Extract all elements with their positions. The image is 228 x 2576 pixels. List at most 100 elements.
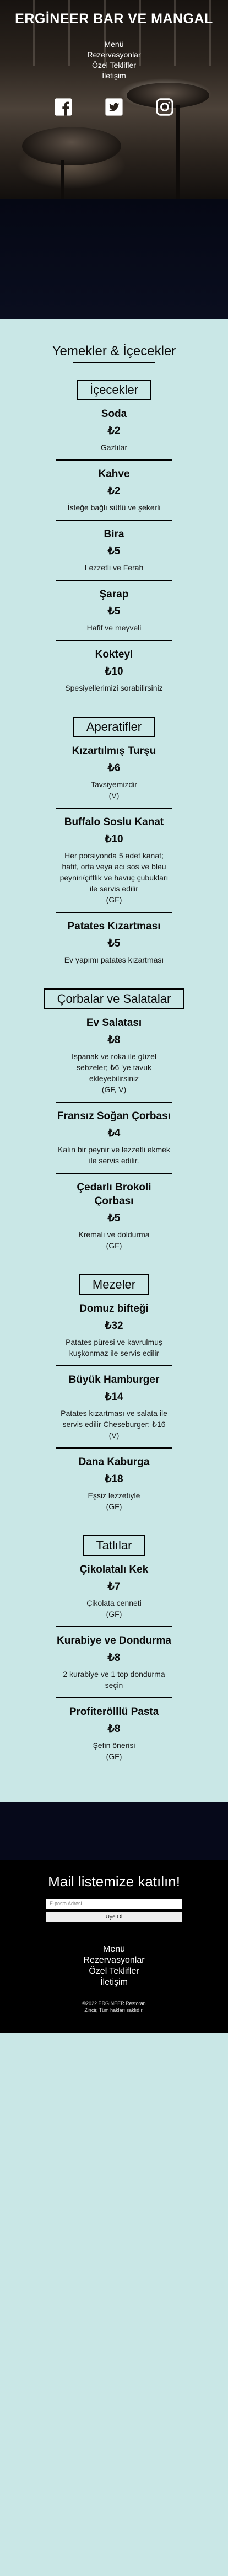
nav-link-special-offers[interactable]: Özel Teklifler	[0, 60, 228, 71]
menu-item-price: ₺8	[107, 1652, 121, 1664]
menu-item: Şarap ₺5 Hafif ve meyveli	[56, 580, 172, 640]
menu-item-diet-tag: (GF)	[106, 1502, 122, 1511]
menu-category: Aperatifler Kızartılmış Turşu ₺6 Tavsiyemiz…	[0, 717, 228, 972]
bar-stool-image	[22, 127, 121, 165]
menu-item: Patates Kızartması ₺5 Ev yapımı patates kı…	[56, 912, 172, 972]
menu-item-price: ₺10	[105, 666, 123, 677]
menu-item-description: Patates kızartması ve salata ile servis …	[61, 1409, 167, 1429]
nav-link-menu[interactable]: Menü	[0, 39, 228, 50]
menu-item-price: ₺6	[107, 762, 121, 774]
menu-item-name: Kahve	[98, 468, 130, 480]
menu-item-name: Ev Salatası	[86, 1017, 142, 1029]
menu-item: Buffalo Soslu Kanat ₺10 Her porsiyonda 5 a…	[56, 808, 172, 912]
copyright-line: Zincir, Tüm hakları saklıdır.	[84, 2007, 144, 2013]
menu-categories: İçecekler Soda ₺2 Gazlılar Kahve ₺2 İsteğe bağ…	[0, 380, 228, 1768]
menu-item: Kızartılmış Turşu ₺6 Tavsiyemizdir (V)	[56, 737, 172, 808]
menu-category: İçecekler Soda ₺2 Gazlılar Kahve ₺2 İsteğe bağ…	[0, 380, 228, 700]
menu-item-name: Kokteyl	[95, 649, 133, 660]
menu-item-price: ₺5	[107, 606, 121, 617]
menu-item: Profiterölllü Pasta ₺8 Şefin önerisi (GF)	[56, 1697, 172, 1768]
category-title: İçecekler	[76, 380, 152, 400]
footer: Mail listemize katılın! Üye Ol Menü Reze…	[0, 1860, 228, 2033]
copyright: ©2022 ERGİNEER Restoran Zincir, Tüm hakl…	[0, 2000, 228, 2013]
menu-item: Kahve ₺2 İsteğe bağlı sütlü ve şekerli	[56, 459, 172, 520]
footer-link-special-offers[interactable]: Özel Teklifler	[0, 1966, 228, 1977]
logo[interactable]: ERGİNEER BAR VE MANGAL	[0, 11, 228, 27]
facebook-icon[interactable]	[54, 98, 73, 116]
menu-item-description: Ev yapımı patates kızartması	[64, 955, 164, 964]
email-field[interactable]	[46, 1899, 182, 1909]
stool-leg	[61, 160, 64, 199]
menu-item: Fransız Soğan Çorbası ₺4 Kalın bir peynir …	[56, 1102, 172, 1173]
twitter-icon[interactable]	[105, 98, 123, 116]
menu-item-name: Büyük Hamburger	[68, 1374, 160, 1386]
menu-item: Soda ₺2 Gazlılar	[56, 400, 172, 459]
menu-item: Bira ₺5 Lezzetli ve Ferah	[56, 520, 172, 580]
menu-item-diet-tag: (V)	[108, 1431, 120, 1440]
menu-item: Çikolatalı Kek ₺7 Çikolata cenneti (GF)	[56, 1556, 172, 1626]
menu-item-description: Kremalı ve doldurma	[78, 1230, 150, 1239]
newsletter-heading: Mail listemize katılın!	[48, 1873, 180, 1890]
menu-item: Kurabiye ve Dondurma ₺8 2 kurabiye ve 1 to…	[56, 1626, 172, 1697]
menu-item-name: Domuz bifteği	[79, 1303, 149, 1314]
menu-item-name: Kızartılmış Turşu	[72, 745, 156, 757]
menu-item-price: ₺18	[105, 1473, 123, 1485]
menu-item-description: Çikolata cenneti	[86, 1599, 142, 1607]
menu-item-diet-tag: (GF, V)	[101, 1085, 127, 1094]
menu-item: Domuz bifteği ₺32 Patates püresi ve kavrul…	[56, 1295, 172, 1365]
menu-item-price: ₺8	[107, 1034, 121, 1046]
hero-dark-band	[0, 199, 228, 319]
menu-item: Ev Salatası ₺8 Ispanak ve roka ile güzel s…	[56, 1009, 172, 1102]
category-title: Mezeler	[79, 1274, 149, 1295]
hero-section: ERGİNEER BAR VE MANGAL Menü Rezervasyonl…	[0, 0, 228, 199]
menu-item-description: Lezzetli ve Ferah	[84, 563, 144, 572]
menu-item-description: Spesiyellerimizi sorabilirsiniz	[65, 683, 163, 692]
menu-category: Tatlılar Çikolatalı Kek ₺7 Çikolata cenneti…	[0, 1535, 228, 1768]
social-links	[0, 98, 228, 116]
menu-item-price: ₺2	[107, 425, 121, 437]
menu-item-name: Fransız Soğan Çorbası	[57, 1110, 171, 1122]
menu-item-description: 2 kurabiye ve 1 top dondurma seçin	[63, 1670, 165, 1690]
menu-item-price: ₺5	[107, 546, 121, 557]
footer-dark-band	[0, 1802, 228, 1860]
menu-item-description: Gazlılar	[100, 443, 128, 452]
menu-item-description: Tavsiyemizdir	[90, 780, 137, 789]
footer-nav: Menü Rezervasyonlar Özel Teklifler İleti…	[0, 1944, 228, 1988]
menu-item-diet-tag: (GF)	[106, 1752, 122, 1761]
menu-item: Çedarlı Brokoli Çorbası ₺5 Kremalı ve dold…	[56, 1173, 172, 1258]
menu-item-diet-tag: (GF)	[106, 1610, 122, 1618]
menu-item-name: Patates Kızartması	[67, 921, 161, 932]
copyright-line: ©2022 ERGİNEER Restoran	[82, 2001, 146, 2006]
nav-link-reservations[interactable]: Rezervasyonlar	[0, 50, 228, 60]
nav-link-contact[interactable]: İletişim	[0, 71, 228, 81]
menu-item-name: Çedarlı Brokoli Çorbası	[77, 1182, 151, 1207]
footer-link-reservations[interactable]: Rezervasyonlar	[0, 1955, 228, 1966]
category-title: Aperatifler	[73, 717, 155, 737]
menu-item: Kokteyl ₺10 Spesiyellerimizi sorabilirsini…	[56, 640, 172, 700]
footer-link-menu[interactable]: Menü	[0, 1944, 228, 1955]
menu-item-description: Ispanak ve roka ile güzel sebzeler; ₺6 '…	[71, 1052, 157, 1083]
menu-item-name: Kurabiye ve Dondurma	[57, 1635, 171, 1647]
instagram-icon[interactable]	[155, 98, 174, 116]
footer-link-contact[interactable]: İletişim	[0, 1977, 228, 1988]
menu-item-description: Her porsiyonda 5 adet kanat; hafif, orta…	[59, 851, 169, 893]
menu-item-description: Eşsiz lezzetiyle	[88, 1491, 140, 1500]
menu-title: Yemekler & İçecekler	[52, 344, 176, 359]
menu-item-diet-tag: (GF)	[106, 895, 122, 904]
menu-item-price: ₺4	[107, 1127, 121, 1139]
menu-item-name: Dana Kaburga	[78, 1456, 150, 1468]
menu-item-name: Şarap	[99, 589, 129, 600]
menu-item-description: Hafif ve meyveli	[86, 623, 142, 632]
menu-item-name: Bira	[104, 528, 124, 540]
stool-leg	[176, 105, 180, 199]
menu-item-price: ₺2	[107, 485, 121, 497]
menu-item-description: İsteğe bağlı sütlü ve şekerli	[67, 503, 161, 512]
menu-item-description: Şefin önerisi	[93, 1741, 135, 1750]
category-title: Çorbalar ve Salatalar	[44, 988, 184, 1009]
menu-item-description: Patates püresi ve kavrulmuş kuşkonmaz il…	[66, 1338, 162, 1358]
newsletter-form: Üye Ol	[46, 1898, 182, 1922]
subscribe-button[interactable]: Üye Ol	[46, 1912, 182, 1922]
menu-category: Mezeler Domuz bifteği ₺32 Patates püresi ve…	[0, 1274, 228, 1519]
menu-item-name: Soda	[101, 408, 127, 420]
category-title: Tatlılar	[83, 1535, 145, 1556]
